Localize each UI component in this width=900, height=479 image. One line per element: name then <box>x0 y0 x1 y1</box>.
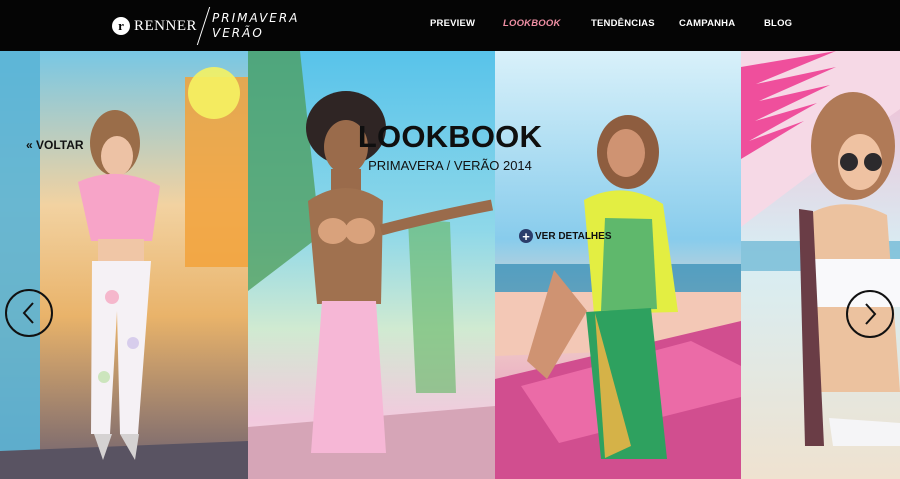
lifeguard-tower-scene-illustration <box>495 115 741 479</box>
plus-icon: + <box>519 229 533 244</box>
nav-item-blog[interactable]: BLOG <box>764 18 792 29</box>
umbrella-beach-scene-illustration <box>741 51 900 446</box>
look-photo-2[interactable] <box>248 51 495 479</box>
previous-slide-button[interactable] <box>5 289 53 337</box>
look-photo-1[interactable] <box>0 51 248 479</box>
nav-item-lookbook[interactable]: LOOKBOOK <box>503 18 561 29</box>
details-label: VER DETALHES <box>535 230 612 242</box>
look-photo-4[interactable] <box>741 51 900 479</box>
chevron-right-icon <box>865 303 877 325</box>
lookbook-subtitle: PRIMAVERA / VERÃO 2014 <box>368 158 532 173</box>
back-link[interactable]: « VOLTAR <box>26 138 84 152</box>
details-button[interactable]: + VER DETALHES <box>519 229 612 244</box>
lookbook-gallery: LOOKBOOK PRIMAVERA / VERÃO 2014 « VOLTAR… <box>0 51 900 479</box>
nav-item-campanha[interactable]: CAMPANHA <box>679 18 735 29</box>
lookbook-title: LOOKBOOK <box>357 119 543 154</box>
chevron-left-icon <box>22 302 34 324</box>
beach-palm-scene-illustration <box>248 51 495 479</box>
nav-item-preview[interactable]: PREVIEW <box>430 18 475 29</box>
street-scene-illustration <box>0 51 248 479</box>
main-navigation: PREVIEW LOOKBOOK TENDÊNCIAS CAMPANHA BLO… <box>0 18 900 34</box>
next-slide-button[interactable] <box>846 290 894 338</box>
top-header: r RENNER PRIMAVERA VERÃO PREVIEW LOOKBOO… <box>0 0 900 51</box>
nav-item-tendencias[interactable]: TENDÊNCIAS <box>591 18 655 29</box>
look-photo-3[interactable] <box>495 51 741 479</box>
